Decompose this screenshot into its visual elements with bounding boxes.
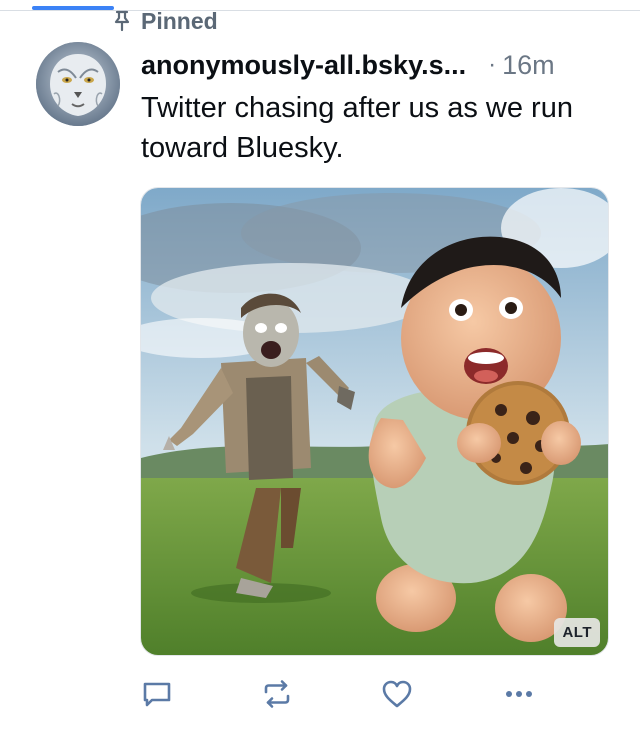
post-header: anonymously-all.bsky.s... · 16m bbox=[141, 46, 613, 84]
avatar-image bbox=[36, 42, 120, 126]
pinned-indicator: Pinned bbox=[111, 6, 218, 36]
alt-text-badge[interactable]: ALT bbox=[554, 618, 600, 647]
reply-button[interactable] bbox=[139, 676, 175, 712]
feed-item-frame: Pinned anonymously-all.bsky.s... · 16m T… bbox=[0, 0, 640, 739]
post-actions bbox=[139, 676, 539, 716]
post-text: Twitter chasing after us as we run towar… bbox=[141, 92, 573, 164]
pinned-label: Pinned bbox=[141, 7, 218, 34]
author-handle[interactable]: anonymously-all.bsky.s... bbox=[141, 50, 466, 81]
header-separator: · bbox=[488, 51, 497, 78]
post-timestamp[interactable]: 16m bbox=[502, 50, 555, 81]
repost-button[interactable] bbox=[259, 676, 295, 712]
repost-icon bbox=[264, 680, 290, 708]
like-icon bbox=[382, 680, 412, 708]
pin-icon bbox=[114, 10, 130, 32]
avatar[interactable] bbox=[36, 42, 120, 126]
like-button[interactable] bbox=[379, 676, 415, 712]
post-image[interactable]: ALT bbox=[140, 187, 609, 656]
image-illustration bbox=[141, 188, 608, 655]
divider bbox=[0, 10, 640, 11]
more-icon bbox=[506, 691, 532, 697]
reply-icon bbox=[143, 682, 171, 707]
more-options-button[interactable] bbox=[501, 676, 537, 712]
